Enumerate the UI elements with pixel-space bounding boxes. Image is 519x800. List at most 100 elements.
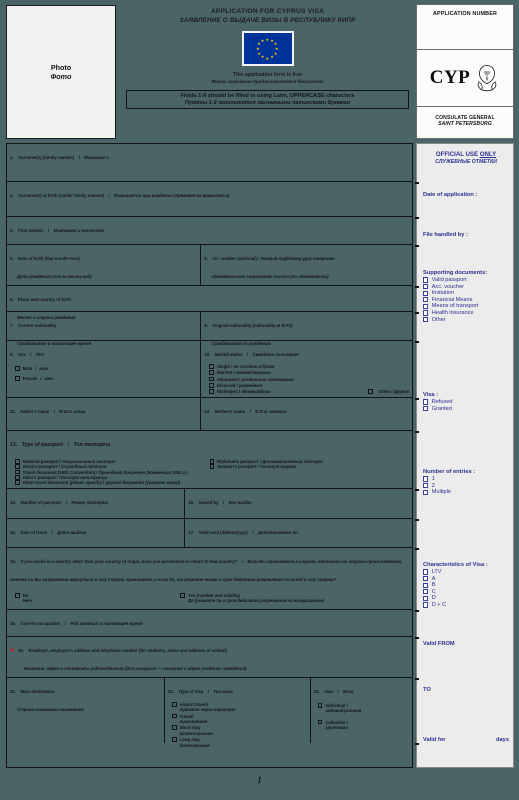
checkbox-icon[interactable] xyxy=(209,370,214,375)
marital-option-4[interactable]: Widow(er) / вдовец/вдова Other / Другое xyxy=(209,389,409,394)
valid-to-field[interactable]: TO xyxy=(423,687,509,693)
checkbox-icon[interactable] xyxy=(423,476,429,482)
marital-option-2[interactable]: Separated / раздельное проживание xyxy=(209,376,409,382)
field-3-first-name[interactable]: 3. First name/s / Имя/имена и отчество xyxy=(7,217,412,244)
checkbox-icon[interactable] xyxy=(423,297,429,303)
sex-option-female[interactable]: Female / жен. xyxy=(15,376,197,381)
characteristic-option-3[interactable]: C xyxy=(423,589,509,595)
checkbox-icon[interactable] xyxy=(171,713,177,719)
supporting-document-1[interactable]: Acc. voucher xyxy=(423,284,509,290)
field-8-original-nationality[interactable]: 8. Original nationality (nationality at … xyxy=(201,312,412,346)
checkbox-icon[interactable] xyxy=(15,376,20,381)
supporting-document-5[interactable]: Health insurance xyxy=(423,310,509,316)
checkbox-icon[interactable] xyxy=(423,589,429,595)
checkbox-icon[interactable] xyxy=(209,389,214,395)
checkbox-icon[interactable] xyxy=(15,593,20,598)
checkbox-icon[interactable] xyxy=(423,576,429,582)
checkbox-icon[interactable] xyxy=(423,290,429,296)
checkbox-icon[interactable] xyxy=(423,310,429,316)
valid-for-field[interactable]: Valid for days xyxy=(423,737,509,743)
field-5-id-number[interactable]: 5. I.D. number (optional) / Личный код/Н… xyxy=(201,245,412,285)
checkbox-icon[interactable] xyxy=(423,602,429,608)
checkbox-icon[interactable] xyxy=(15,469,20,475)
visa-type-option-1[interactable]: Transit транзитная xyxy=(171,713,307,725)
field-19-occupation[interactable]: 19. Current occupation / Род занятий в н… xyxy=(7,610,412,636)
checkbox-icon[interactable] xyxy=(171,725,177,731)
field-2-surname-at-birth[interactable]: 2. Surname(s) at birth (earlier family n… xyxy=(7,182,412,216)
valid-from-field[interactable]: Valid FROM xyxy=(423,641,509,647)
characteristic-option-0[interactable]: LTV xyxy=(423,569,509,575)
field-7-current-nationality[interactable]: 7. Current nationality Гражданство в нас… xyxy=(7,312,202,346)
checkbox-icon[interactable] xyxy=(209,464,215,469)
field-14-passport-number[interactable]: 14. Number of passport / Номер паспорта xyxy=(7,489,186,518)
checkbox-icon[interactable] xyxy=(209,383,214,388)
checkbox-icon[interactable] xyxy=(423,316,429,323)
checkbox-icon[interactable] xyxy=(317,703,323,708)
field-16-date-of-issue[interactable]: 16. Date of issue / Дата выдачи xyxy=(7,519,186,547)
file-handled-by-field[interactable]: File handled by : xyxy=(423,232,509,238)
visa-decision-option-1[interactable]: Granted xyxy=(423,406,509,412)
characteristic-option-1[interactable]: A xyxy=(423,576,509,582)
checkbox-icon[interactable] xyxy=(423,489,429,495)
return-permission-no[interactable]: No Нет xyxy=(15,593,180,604)
checkbox-icon[interactable] xyxy=(15,480,20,486)
checkbox-icon[interactable] xyxy=(317,719,323,725)
checkbox-icon[interactable] xyxy=(171,737,177,742)
field-6-place-of-birth[interactable]: 6. Place and country of birth Место и ст… xyxy=(7,286,412,320)
visa-type-option-0[interactable]: Airport transit транзит через аэропорт xyxy=(171,702,307,713)
characteristic-option-5[interactable]: D + C xyxy=(423,602,509,608)
photo-box[interactable]: Photo Фото xyxy=(6,5,116,139)
return-permission-yes[interactable]: Yes (number and validity) Да (укажите № … xyxy=(180,593,409,604)
field-12-mother-name[interactable]: 12. Mother's name / Ф.И.О. матери xyxy=(201,398,412,430)
checkbox-icon[interactable] xyxy=(15,464,20,469)
date-of-application-field[interactable]: Date of application : xyxy=(423,192,509,198)
field-1-surname[interactable]: 1. Surname(s) (family name/s) / Фамилия/… xyxy=(7,144,412,181)
visa-type-option-2[interactable]: Short stay краткосрочная xyxy=(171,725,307,736)
field-11-father-name[interactable]: 11. Father's name / Ф.И.О. отца xyxy=(7,398,202,430)
passport-type-right-1[interactable]: Seaman's passport / Паспорт моряка xyxy=(209,464,410,469)
marital-option-0[interactable]: Single / не состою в браке xyxy=(209,364,409,369)
field-15-issued-by[interactable]: 15. Issued by / Кем выдан xyxy=(185,489,412,518)
field-17-valid-until[interactable]: 17. Valid until (dd/mm/yyyy) / Действите… xyxy=(185,519,412,547)
checkbox-icon[interactable] xyxy=(209,376,214,382)
checkbox-icon[interactable] xyxy=(423,582,429,588)
supporting-document-4[interactable]: Means of transport xyxy=(423,303,509,309)
supporting-document-0[interactable]: Valid passport xyxy=(423,277,509,283)
checkbox-icon[interactable] xyxy=(15,459,20,464)
visa-form-option-0[interactable]: Individual / индивидуальная xyxy=(317,703,409,714)
checkbox-icon[interactable] xyxy=(423,569,429,575)
checkbox-icon[interactable] xyxy=(423,303,429,309)
entries-option-2[interactable]: Multiple xyxy=(423,489,509,495)
checkbox-icon[interactable] xyxy=(209,459,215,464)
supporting-document-6[interactable]: Other xyxy=(423,317,509,323)
visa-form-option-1[interactable]: Collective / групповая xyxy=(317,719,409,731)
checkbox-icon[interactable] xyxy=(423,399,429,405)
checkbox-icon[interactable] xyxy=(423,284,429,290)
field-20-employer[interactable]: ■ 20. Employer, employer's address and t… xyxy=(7,637,412,677)
characteristic-option-4[interactable]: D xyxy=(423,595,509,601)
sex-option-male[interactable]: Male / муж. xyxy=(15,366,197,371)
marital-option-1[interactable]: Married / женат/замужем xyxy=(209,370,409,375)
checkbox-icon[interactable] xyxy=(209,364,214,369)
checkbox-icon[interactable] xyxy=(171,702,177,707)
supporting-document-3[interactable]: Financial Means xyxy=(423,297,509,303)
checkbox-icon[interactable] xyxy=(423,406,429,412)
visa-type-option-3[interactable]: Long stay долгосрочная xyxy=(171,737,307,748)
visa-decision-option-0[interactable]: Refused xyxy=(423,399,509,405)
checkbox-icon[interactable] xyxy=(15,475,20,480)
checkbox-icon[interactable] xyxy=(423,277,429,283)
application-number-field[interactable]: APPLICATION NUMBER xyxy=(417,5,513,50)
passport-type-left-4[interactable]: Other travel document (please specify) /… xyxy=(15,480,210,485)
marital-option-3[interactable]: Divorced / разведен/а xyxy=(209,383,409,388)
checkbox-icon[interactable] xyxy=(180,593,186,598)
checkbox-icon[interactable] xyxy=(368,389,373,395)
entries-option-1[interactable]: 2 xyxy=(423,483,509,489)
checkbox-icon[interactable] xyxy=(423,595,429,601)
field-4-date-of-birth[interactable]: 4. Date of birth (day-month-Year) Дата р… xyxy=(7,245,202,285)
field-21-main-destination[interactable]: 21. Main destination Страна основного на… xyxy=(7,678,165,743)
checkbox-icon[interactable] xyxy=(15,366,20,371)
checkbox-icon[interactable] xyxy=(423,483,429,489)
supporting-document-2[interactable]: Invitation xyxy=(423,290,509,296)
characteristic-option-2[interactable]: B xyxy=(423,582,509,588)
entries-option-0[interactable]: 1 xyxy=(423,476,509,482)
